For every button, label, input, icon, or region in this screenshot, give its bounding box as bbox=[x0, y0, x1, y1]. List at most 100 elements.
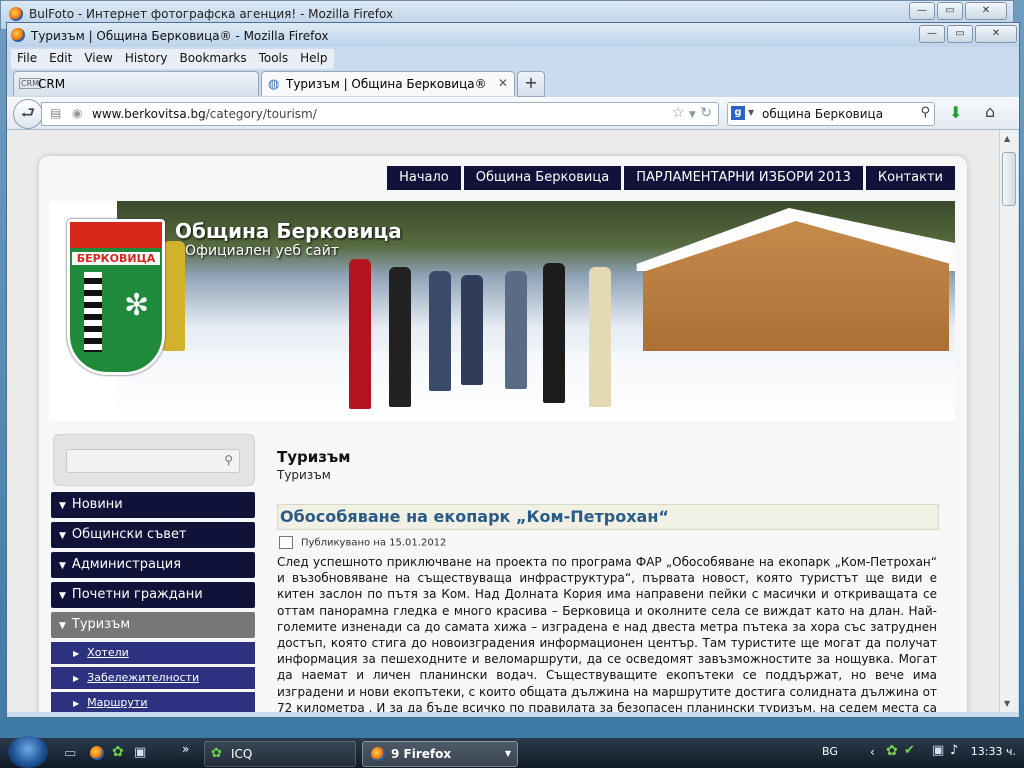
scroll-down-icon[interactable]: ▼ bbox=[1004, 699, 1010, 708]
firefox-quicklaunch-icon[interactable] bbox=[90, 746, 104, 760]
group-dropdown-icon[interactable]: ▼ bbox=[505, 742, 511, 766]
submenu-item-routes[interactable]: ▶ Маршрути bbox=[51, 692, 255, 712]
icq-quicklaunch-icon[interactable]: ✿ bbox=[112, 744, 124, 760]
address-bar[interactable]: ▤ ◉ www.berkovitsa.bg/category/tourism/ … bbox=[41, 102, 719, 126]
tray-expand-icon[interactable]: ‹ bbox=[870, 745, 875, 759]
banner-person bbox=[429, 271, 451, 391]
submenu-item-hotels[interactable]: ▶ Хотели bbox=[51, 642, 255, 664]
banner-person bbox=[389, 267, 411, 407]
scrollbar-thumb[interactable] bbox=[1002, 152, 1016, 206]
sidebar-item-label: Общински съвет bbox=[71, 527, 187, 542]
close-button[interactable]: ✕ bbox=[975, 25, 1017, 43]
nav-elections[interactable]: ПАРЛАМЕНТАРНИ ИЗБОРИ 2013 bbox=[624, 166, 863, 190]
window-titlebar[interactable]: Туризъм | Община Берковица® - Mozilla Fi… bbox=[7, 23, 1019, 47]
restore-button[interactable]: ▭ bbox=[947, 25, 973, 43]
icq-tray-icon[interactable]: ✿ bbox=[886, 743, 898, 759]
network-tray-icon[interactable]: ▣ bbox=[932, 743, 944, 758]
header-banner: БЕРКОВИЦА ✻ Община Берковица Официален у… bbox=[49, 201, 955, 421]
menu-arrow-icon: ▼ bbox=[59, 561, 66, 571]
banner-person bbox=[589, 267, 611, 407]
menu-view[interactable]: View bbox=[78, 49, 118, 69]
submenu-item-label: Хотели bbox=[87, 646, 129, 659]
search-input[interactable]: община Берковица bbox=[762, 107, 883, 121]
background-window-title: BulFoto - Интернет фотографска агенция! … bbox=[29, 7, 394, 21]
menu-arrow-icon: ▼ bbox=[59, 531, 66, 541]
more-icon[interactable]: » bbox=[182, 742, 189, 756]
sidebar-item-tourism[interactable]: ▼ Туризъм bbox=[51, 612, 255, 638]
language-indicator[interactable]: BG bbox=[822, 745, 838, 758]
close-button[interactable]: ✕ bbox=[965, 2, 1007, 20]
home-icon[interactable]: ⌂ bbox=[985, 102, 995, 121]
maximize-button[interactable]: ▭ bbox=[937, 2, 963, 20]
menu-tools[interactable]: Tools bbox=[253, 49, 295, 69]
scroll-up-icon[interactable]: ▲ bbox=[1004, 134, 1010, 143]
submenu-arrow-icon: ▶ bbox=[73, 649, 80, 658]
search-icon[interactable]: ⚲ bbox=[920, 105, 930, 120]
post-title-link[interactable]: Обособяване на екопарк „Ком-Петрохан“ bbox=[277, 504, 939, 530]
post-meta: Публикувано на 15.01.2012 bbox=[279, 536, 446, 549]
sidebar-item-label: Администрация bbox=[71, 557, 182, 572]
search-bar[interactable]: g ▼ община Берковица ⚲ bbox=[727, 102, 935, 126]
menu-help[interactable]: Help bbox=[294, 49, 333, 69]
window-switcher-icon[interactable]: ▣ bbox=[134, 745, 146, 760]
tab-label: Туризъм | Община Берковица® bbox=[286, 77, 487, 91]
sidebar-item-council[interactable]: ▼ Общински съвет bbox=[51, 522, 255, 548]
security-tray-icon[interactable]: ✔ bbox=[904, 743, 915, 758]
banner-person bbox=[461, 275, 483, 385]
vertical-scrollbar[interactable]: ▲ ▼ bbox=[999, 130, 1018, 712]
url-actions: ☆ ▼ ↻ bbox=[672, 105, 712, 121]
history-dropdown-icon[interactable]: ▼ bbox=[689, 110, 696, 120]
firefox-icon bbox=[11, 28, 25, 42]
back-button[interactable]: ⮐ bbox=[13, 99, 43, 129]
start-button[interactable] bbox=[8, 736, 48, 768]
google-icon[interactable]: g bbox=[731, 106, 745, 120]
minimize-button[interactable]: — bbox=[909, 2, 935, 20]
search-icon[interactable]: ⚲ bbox=[224, 453, 233, 467]
menu-file[interactable]: File bbox=[11, 49, 43, 69]
submenu-item-landmarks[interactable]: ▶ Забележителности bbox=[51, 667, 255, 689]
site-top-nav: Начало Община Берковица ПАРЛАМЕНТАРНИ ИЗ… bbox=[387, 166, 955, 190]
downloads-icon[interactable]: ⬇ bbox=[949, 103, 962, 122]
menu-bookmarks[interactable]: Bookmarks bbox=[174, 49, 253, 69]
bookmarks-icon[interactable]: ▤ bbox=[50, 106, 61, 120]
crest-top bbox=[70, 222, 162, 248]
close-tab-icon[interactable]: ✕ bbox=[498, 76, 508, 90]
taskbar-firefox-group[interactable]: 9 Firefox ▼ bbox=[362, 741, 518, 767]
sidebar-item-news[interactable]: ▼ Новини bbox=[51, 492, 255, 518]
sidebar-item-honorary-citizens[interactable]: ▼ Почетни граждани bbox=[51, 582, 255, 608]
window-controls: — ▭ ✕ bbox=[919, 25, 1017, 43]
firefox-icon bbox=[371, 747, 385, 761]
bookmark-star-icon[interactable]: ☆ bbox=[672, 105, 685, 121]
menu-arrow-icon: ▼ bbox=[59, 501, 66, 511]
sidebar-item-label: Новини bbox=[71, 497, 123, 512]
sidebar-item-administration[interactable]: ▼ Администрация bbox=[51, 552, 255, 578]
crest-name: БЕРКОВИЦА bbox=[72, 252, 160, 265]
taskbar-label: 9 Firefox bbox=[391, 747, 452, 761]
taskbar-icq[interactable]: ✿ ICQ bbox=[204, 741, 356, 767]
menu-history[interactable]: History bbox=[119, 49, 174, 69]
nav-municipality[interactable]: Община Берковица bbox=[463, 166, 622, 190]
tab-tourism[interactable]: ◍ Туризъм | Община Берковица® ✕ bbox=[261, 71, 515, 96]
volume-icon[interactable]: ♪ bbox=[950, 743, 958, 758]
submenu-item-label: Маршрути bbox=[87, 696, 148, 709]
site-search-input[interactable]: ⚲ bbox=[66, 449, 240, 473]
breadcrumb: Туризъм bbox=[277, 468, 331, 482]
engine-dropdown-icon[interactable]: ▼ bbox=[748, 108, 754, 117]
tab-label: CRM bbox=[38, 77, 66, 91]
show-desktop-icon[interactable]: ▭ bbox=[64, 746, 76, 761]
banner-snow bbox=[49, 351, 955, 421]
site-identity-icon[interactable]: ◉ bbox=[72, 106, 82, 120]
minimize-button[interactable]: — bbox=[919, 25, 945, 43]
page-viewport: Начало Община Берковица ПАРЛАМЕНТАРНИ ИЗ… bbox=[7, 130, 999, 712]
menu-edit[interactable]: Edit bbox=[43, 49, 78, 69]
new-tab-button[interactable]: + bbox=[517, 71, 545, 97]
navigation-toolbar: ⮐ ▤ ◉ www.berkovitsa.bg/category/tourism… bbox=[7, 97, 1019, 130]
clock[interactable]: 13:33 ч. bbox=[971, 745, 1016, 758]
submenu-item-label: Забележителности bbox=[87, 671, 200, 684]
nav-home[interactable]: Начало bbox=[387, 166, 461, 190]
post-body: След успешното приключване на проекта по… bbox=[277, 555, 937, 712]
reload-icon[interactable]: ↻ bbox=[700, 105, 712, 121]
window-title: Туризъм | Община Берковица® - Mozilla Fi… bbox=[31, 29, 329, 43]
nav-contacts[interactable]: Контакти bbox=[865, 166, 955, 190]
tab-crm[interactable]: CRM CRM bbox=[13, 71, 259, 96]
